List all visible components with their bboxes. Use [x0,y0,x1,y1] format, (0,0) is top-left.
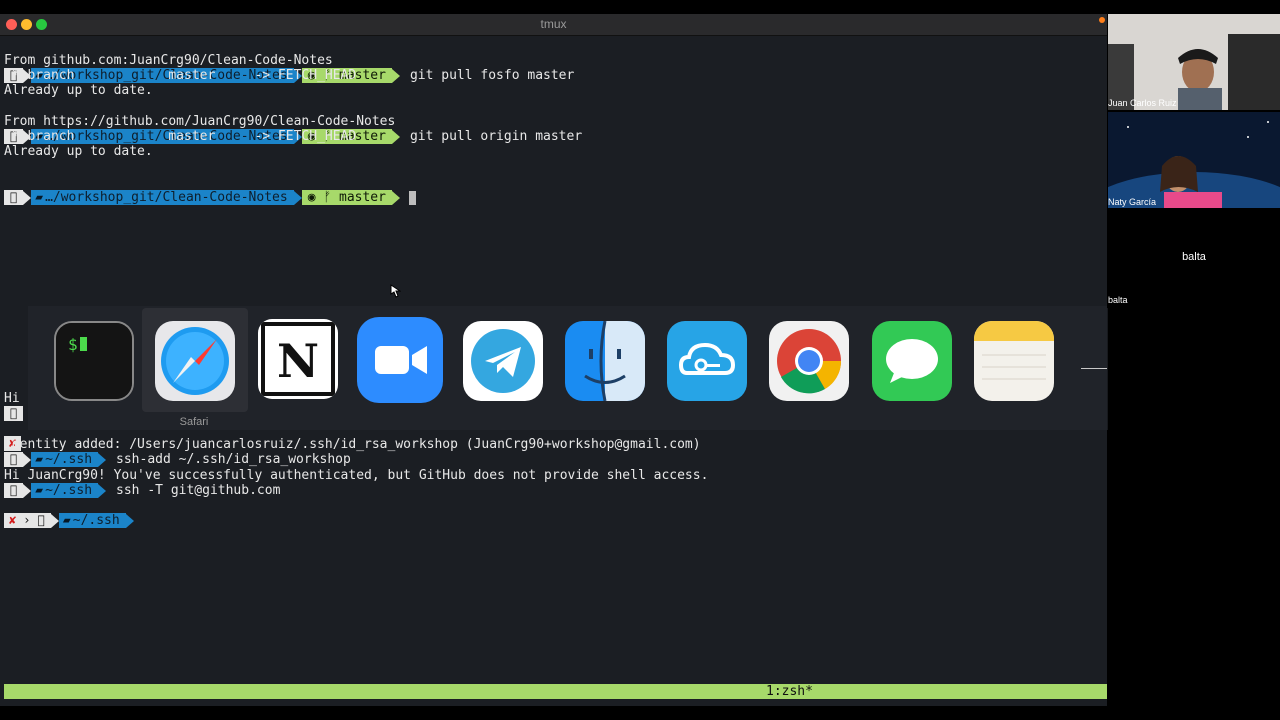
output-line: Hi [4,391,20,406]
safari-icon[interactable] [155,321,235,401]
dock-hover-label: Safari [179,416,209,428]
participant-name: Naty García [1108,197,1157,207]
output-line: Already up to date. [4,83,153,98]
output-line: Already up to date. [4,144,153,159]
title-bar: tmux [0,14,1107,36]
prompt-line:  ▰…/workshop_git/Clean-Code-Notes ◉ ᚠ m… [4,160,416,205]
prompt-line:  ▰~/.ssh ssh -T git@github.com [4,453,280,498]
command-text: git pull origin master [409,129,583,144]
prompt-dir: ▰ ~/.ssh [58,513,126,528]
output-line: From github.com:JuanCrg90/Clean-Code-Not… [4,53,333,68]
output-line: Hi JuanCrg90! You've successfully authen… [4,468,709,483]
messages-icon[interactable] [872,321,952,401]
apple-icon: ›  [21,513,51,528]
output-line: * branch master -> FETCH_HEAD [4,129,357,144]
cloud-key-icon[interactable] [667,321,747,401]
output-line: Identity added: /Users/juancarlosruiz/.s… [4,437,701,452]
chrome-icon[interactable] [769,321,849,401]
dock-separator [1081,368,1107,369]
folder-icon: ▰ [62,513,71,528]
tmux-status-bar: 1:zsh* [4,684,1107,699]
prompt-git: ◉ ᚠ master [301,190,392,205]
telegram-icon[interactable] [463,321,543,401]
prompt-line:  ▰…/workshop_git/Clean-Code-Notes ◉ ᚠ m… [4,38,574,83]
notes-icon[interactable] [974,321,1054,401]
error-x-icon: ✘ [4,513,22,528]
window-title: tmux [540,17,567,31]
tmux-window-label[interactable]: 1:zsh* [766,684,813,699]
participant-name: balta [1108,295,1128,305]
participant-center-name: balta [1182,251,1206,263]
finder-icon[interactable] [565,321,645,401]
apple-icon:  [4,190,24,205]
terminal-icon[interactable]: $ [54,321,134,401]
mouse-pointer-icon [390,284,401,298]
participant-name: Juan Carlos Ruiz [1108,98,1177,108]
prompt-dir: ▰ …/workshop_git/Clean-Code-Notes [31,190,294,205]
prompt-line:  ▰…/workshop_git/Clean-Code-Notes ◉ ᚠ m… [4,99,582,144]
output-line: From https://github.com/JuanCrg90/Clean-… [4,114,396,129]
command-text: git pull fosfo master [409,68,575,83]
folder-icon: ▰ [35,190,44,205]
terminal-cursor [408,190,416,205]
prompt-line: ✘ ›  ▰~/.ssh [4,483,134,528]
zoom-icon[interactable] [357,317,443,403]
svg-text:N: N [277,334,319,388]
participant-tile-1[interactable] [1108,14,1280,110]
github-icon: ◉ [307,190,316,205]
output-line: * branch master -> FETCH_HEAD [4,68,357,83]
notification-dot [1099,17,1105,23]
notion-icon[interactable]: N [258,319,338,399]
svg-text:$: $ [68,335,78,354]
command-text: ssh -T git@github.com [116,483,281,498]
participant-tile-2[interactable] [1074,112,1280,272]
